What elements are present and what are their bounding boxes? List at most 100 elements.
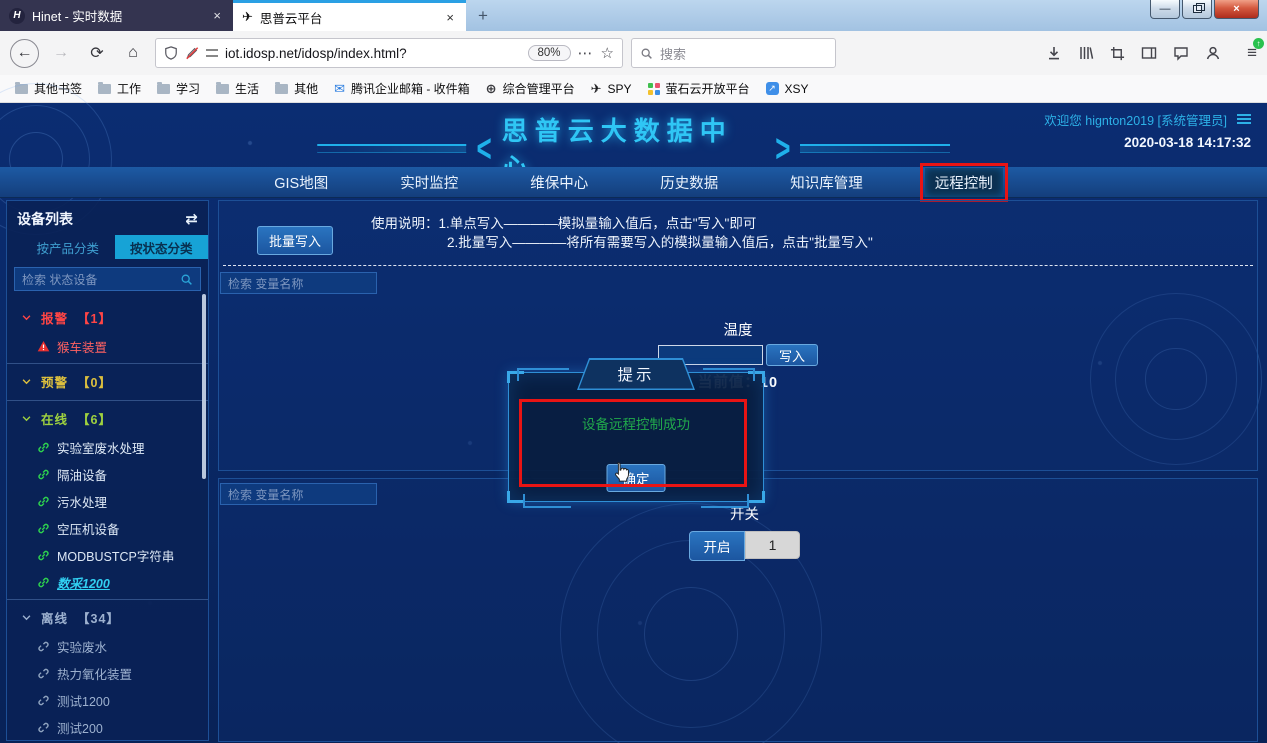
nav-tab[interactable]: 历史数据 — [650, 168, 728, 197]
link-icon — [37, 495, 50, 508]
back-button[interactable]: ← — [10, 39, 39, 68]
zoom-level-badge[interactable]: 80% — [528, 45, 571, 61]
bookmark-item[interactable]: 学习 — [150, 77, 207, 100]
device-item[interactable]: 热力氧化装置 — [7, 660, 208, 687]
device-item[interactable]: 猴车装置 — [7, 333, 208, 360]
variable-search-input[interactable]: 检索 变量名称 — [220, 483, 377, 505]
title-line-left — [317, 144, 467, 153]
bookmark-label: 生活 — [235, 80, 259, 97]
device-group-header[interactable]: 预警【0】 — [7, 364, 208, 397]
nav-tab[interactable]: 维保中心 — [520, 168, 598, 197]
unlink-icon — [37, 694, 50, 707]
bookmark-item[interactable]: 工作 — [91, 77, 148, 100]
bookmark-item[interactable]: 综合管理平台 — [479, 77, 582, 100]
update-badge: ↑ — [1253, 38, 1264, 49]
bookmark-item[interactable]: 腾讯企业邮箱 - 收件箱 — [327, 77, 477, 100]
link-icon — [37, 468, 50, 481]
device-group: 报警【1】 猴车装置 — [7, 299, 208, 360]
menu-button[interactable]: ≡ ↑ — [1247, 43, 1257, 63]
sidebar-title: 设备列表 — [17, 209, 73, 229]
sipuyun-page: < 思普云大数据中心 > 欢迎您 hignton2019 [系统管理员] 202… — [0, 103, 1267, 743]
sidebar-classify-tab[interactable]: 按状态分类 — [115, 235, 209, 259]
account-icon[interactable] — [1205, 45, 1221, 61]
chevron-down-icon — [21, 376, 32, 387]
batch-write-button[interactable]: 批量写入 — [257, 226, 333, 255]
folder-icon — [98, 84, 111, 94]
device-search-input[interactable]: 检索 状态设备 — [14, 267, 201, 291]
device-item[interactable]: 数采1200 — [7, 569, 208, 596]
bookmark-label: 学习 — [176, 80, 200, 97]
browser-window: Hinet - 实时数据 × 思普云平台 × + — × ← → ⟳ ⌂ iot… — [0, 0, 1267, 743]
restore-button[interactable] — [1182, 0, 1212, 19]
device-item[interactable]: 实验室废水处理 — [7, 434, 208, 461]
search-placeholder: 搜索 — [660, 44, 686, 63]
nav-tab[interactable]: GIS地图 — [264, 168, 338, 197]
device-item[interactable]: 隔油设备 — [7, 461, 208, 488]
variable-search-input[interactable]: 检索 变量名称 — [220, 272, 377, 294]
folder-icon — [216, 84, 229, 94]
toolbar-icons: ≡ ↑ — [1046, 43, 1257, 63]
link-icon — [37, 441, 50, 454]
dialog-deco-left — [517, 368, 569, 381]
switch-on-button[interactable]: 开启 — [689, 531, 745, 561]
device-item[interactable]: 测试1200 — [7, 687, 208, 714]
tab-close-icon[interactable]: × — [443, 10, 457, 25]
close-button[interactable]: × — [1214, 0, 1259, 19]
device-item[interactable]: MODBUSTCP字符串 — [7, 542, 208, 569]
bookmark-label: 萤石云开放平台 — [666, 80, 750, 97]
screenshot-icon[interactable] — [1110, 46, 1125, 61]
library-icon[interactable] — [1078, 45, 1094, 61]
page-header: < 思普云大数据中心 > 欢迎您 hignton2019 [系统管理员] 202… — [0, 103, 1267, 167]
nav-tab[interactable]: 实时监控 — [390, 168, 468, 197]
dialog-title: 提示 — [617, 363, 654, 385]
tab-close-icon[interactable]: × — [210, 8, 224, 23]
sidebar-scrollbar[interactable] — [202, 294, 206, 479]
nav-tab[interactable]: 知识库管理 — [780, 168, 873, 197]
new-tab-button[interactable]: + — [466, 0, 500, 31]
reload-button[interactable]: ⟳ — [83, 39, 111, 67]
prompt-dialog: 提示 设备远程控制成功 确定 — [508, 372, 764, 502]
sidebar-classify-tab[interactable]: 按产品分类 — [21, 235, 115, 259]
unlink-icon — [37, 721, 50, 734]
plane-icon — [591, 81, 602, 97]
downloads-icon[interactable] — [1046, 45, 1062, 61]
device-tree: 报警【1】 猴车装置 预警【0】 — [7, 299, 208, 743]
page-actions-icon[interactable]: ⋯ — [578, 44, 594, 62]
home-button[interactable]: ⌂ — [119, 39, 147, 67]
device-item[interactable]: 测试200 — [7, 714, 208, 741]
url-bar[interactable]: iot.idosp.net/idosp/index.html? 80% ⋯ ☆ — [155, 38, 623, 68]
instruction-line1: 使用说明：1.单点写入————模拟量输入值后，点击"写入"即可 — [371, 214, 873, 233]
device-group-header[interactable]: 报警【1】 — [7, 300, 208, 333]
device-group-header[interactable]: 在线【6】 — [7, 401, 208, 434]
forward-button[interactable]: → — [47, 39, 75, 67]
sidebar-tabs: 按产品分类 按状态分类 — [21, 235, 208, 259]
permissions-icon[interactable] — [206, 48, 218, 58]
tab-sipuyun[interactable]: 思普云平台 × — [233, 0, 466, 31]
device-group-header[interactable]: 离线【34】 — [7, 600, 208, 633]
bookmark-item[interactable]: 生活 — [209, 77, 266, 100]
device-item[interactable]: 实验废水 — [7, 633, 208, 660]
write-button[interactable]: 写入 — [766, 344, 818, 366]
device-item[interactable]: 空压机设备 — [7, 515, 208, 542]
bookmark-star-icon[interactable]: ☆ — [601, 44, 614, 62]
tab-hinet[interactable]: Hinet - 实时数据 × — [0, 0, 233, 31]
dialog-deco-bottom-right — [701, 494, 749, 508]
device-item[interactable]: 污水处理 — [7, 488, 208, 515]
blocked-pencil-icon[interactable] — [185, 46, 199, 60]
bookmark-item[interactable]: SPY — [584, 78, 639, 100]
device-group: 预警【0】 — [7, 363, 208, 397]
bookmark-item[interactable]: 其他 — [268, 77, 325, 100]
bookmark-item[interactable]: 萤石云开放平台 — [641, 77, 757, 100]
bookmark-item[interactable]: XSY — [759, 79, 816, 99]
title-angle-right: > — [775, 129, 790, 168]
grid-icon — [648, 83, 660, 95]
chat-extension-icon[interactable] — [1173, 45, 1189, 61]
unlink-icon — [37, 640, 50, 653]
nav-tab[interactable]: 远程控制 — [925, 168, 1003, 197]
minimize-button[interactable]: — — [1150, 0, 1180, 19]
search-box[interactable]: 搜索 — [631, 38, 836, 68]
list-menu-icon[interactable] — [1237, 114, 1251, 125]
sidebar-toggle-icon[interactable] — [1141, 45, 1157, 61]
swap-icon[interactable]: ⇄ — [185, 210, 198, 228]
cursor-pointer — [610, 461, 632, 492]
